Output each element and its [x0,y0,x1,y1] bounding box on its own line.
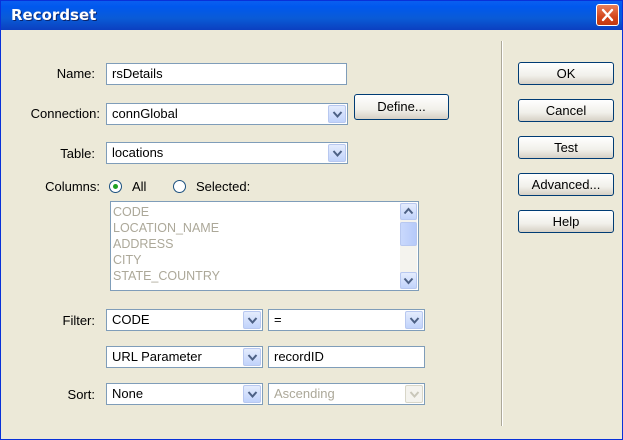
columns-label: Columns: [45,179,100,194]
sort-label: Sort: [67,387,95,402]
table-label: Table: [60,146,95,161]
connection-select[interactable]: connGlobal [106,103,348,125]
filter-source-dropdown-button[interactable] [243,348,261,366]
cancel-button[interactable]: Cancel [518,99,614,122]
filter-value-input[interactable]: recordID [268,346,425,368]
list-item[interactable]: STATE_COUNTRY [113,268,220,284]
test-button[interactable]: Test [518,136,614,159]
filter-operator-select[interactable]: = [268,309,425,331]
columns-listbox[interactable]: CODE LOCATION_NAME ADDRESS CITY STATE_CO… [110,201,419,291]
ok-button[interactable]: OK [518,62,614,85]
filter-source-select[interactable]: URL Parameter [106,346,263,368]
filter-column-value: CODE [112,312,150,327]
close-button[interactable] [596,4,619,26]
sort-column-value: None [112,386,144,401]
filter-source-value: URL Parameter [112,349,202,364]
scroll-up-button[interactable] [400,203,417,220]
sort-order-value: Ascending [274,386,335,401]
list-item[interactable]: ADDRESS [113,236,220,252]
window-title: Recordset [11,6,97,24]
columns-all-radio[interactable] [109,180,122,193]
chevron-down-icon [409,391,420,399]
scroll-thumb[interactable] [400,222,417,246]
chevron-down-icon [332,111,343,119]
list-item[interactable]: CODE [113,204,220,220]
connection-value: connGlobal [112,106,178,121]
arrow-up-icon [403,207,414,215]
chevron-down-icon [409,317,420,325]
name-label: Name: [56,66,95,81]
define-button[interactable]: Define... [354,94,449,120]
title-bar[interactable]: Recordset [1,1,622,30]
columns-scrollbar[interactable] [400,203,417,289]
vertical-divider [501,41,503,426]
chevron-down-icon [247,391,258,399]
columns-selected-radio[interactable] [173,180,186,193]
sort-column-select[interactable]: None [106,383,263,405]
sort-order-select: Ascending [268,383,425,405]
list-item[interactable]: CITY [113,252,220,268]
close-icon [601,8,614,22]
help-button[interactable]: Help [518,210,614,233]
columns-list: CODE LOCATION_NAME ADDRESS CITY STATE_CO… [113,204,220,284]
columns-selected-label[interactable]: Selected: [196,179,250,194]
chevron-down-icon [247,317,258,325]
sort-column-dropdown-button[interactable] [243,385,261,403]
scroll-down-button[interactable] [400,272,417,289]
connection-dropdown-button[interactable] [328,105,346,123]
filter-column-select[interactable]: CODE [106,309,263,331]
list-item[interactable]: LOCATION_NAME [113,220,220,236]
arrow-down-icon [403,277,414,285]
table-value: locations [112,145,164,160]
columns-all-label[interactable]: All [132,179,146,194]
sort-order-dropdown-button [405,385,423,403]
radio-selected-dot [113,184,118,189]
table-dropdown-button[interactable] [328,144,346,162]
connection-label: Connection: [30,106,100,121]
name-input[interactable]: rsDetails [106,63,347,85]
advanced-button[interactable]: Advanced... [518,173,614,196]
chevron-down-icon [332,150,343,158]
filter-label: Filter: [62,313,96,328]
table-select[interactable]: locations [106,142,348,164]
filter-operator-value: = [274,312,282,327]
chevron-down-icon [247,354,258,362]
filter-column-dropdown-button[interactable] [243,311,261,329]
filter-operator-dropdown-button[interactable] [405,311,423,329]
recordset-dialog: Recordset Name: rsDetails Connection: co… [0,0,623,440]
